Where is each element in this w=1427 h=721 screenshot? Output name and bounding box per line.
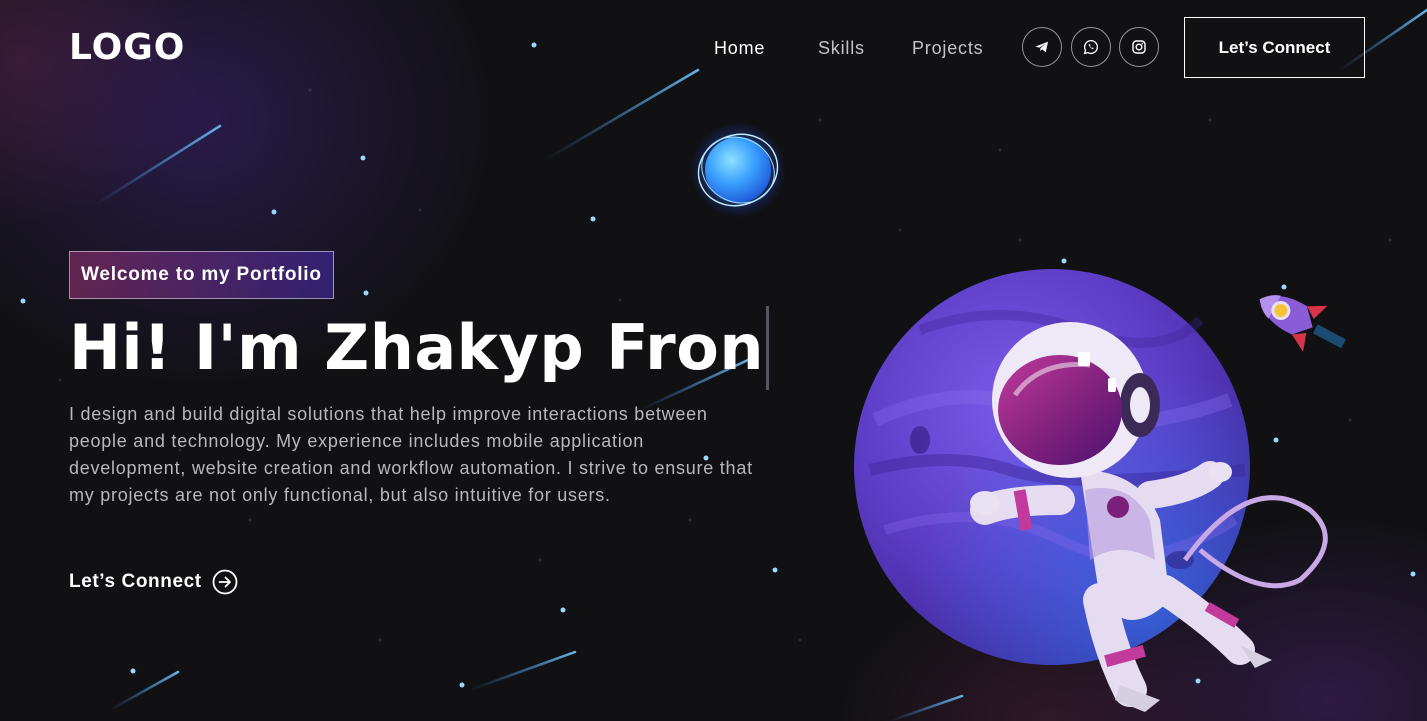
page: LOGO Home Skills Projects Let’s Connect … xyxy=(0,0,1427,721)
instagram-button[interactable] xyxy=(1119,27,1159,67)
telegram-icon xyxy=(1035,41,1048,53)
lets-connect-link[interactable]: Let’s Connect xyxy=(69,569,238,595)
glowing-orb xyxy=(690,122,786,218)
telegram-button[interactable] xyxy=(1022,27,1062,67)
typing-caret xyxy=(765,306,769,390)
rocket-illustration xyxy=(1259,295,1346,352)
lets-connect-button[interactable]: Let’s Connect xyxy=(1184,17,1365,78)
instagram-icon xyxy=(1132,40,1146,54)
arrow-right-circle-icon xyxy=(212,569,238,595)
whatsapp-button[interactable] xyxy=(1071,27,1111,67)
nav-link-home[interactable]: Home xyxy=(714,36,765,60)
headline: Hi! I'm Zhakyp Fron xyxy=(69,306,769,390)
logo[interactable]: LOGO xyxy=(69,28,185,68)
hero-description: I design and build digital solutions tha… xyxy=(69,404,753,505)
nav-link-projects[interactable]: Projects xyxy=(912,36,983,60)
nav-link-skills[interactable]: Skills xyxy=(818,36,865,60)
lets-connect-link-label: Let’s Connect xyxy=(69,571,202,592)
whatsapp-icon xyxy=(1083,39,1099,55)
tagline-badge: Welcome to my Portfolio xyxy=(69,251,334,299)
headline-text: Hi! I'm Zhakyp Fron xyxy=(69,311,764,384)
